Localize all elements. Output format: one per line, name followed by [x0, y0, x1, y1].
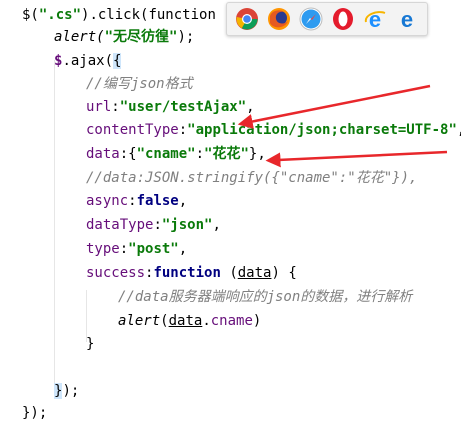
code-line-5: url:"user/testAjax",	[86, 99, 255, 115]
ie-icon[interactable]: e	[363, 7, 387, 31]
code-line-8: //data:JSON.stringify({"cname":"花花"}),	[86, 170, 418, 186]
code-line-14: alert(data.cname)	[118, 313, 262, 329]
code-editor[interactable]: $(".cs").click(function () { alert("无尽彷徨…	[0, 0, 461, 421]
code-line-6: contentType:"application/json;charset=UT…	[86, 122, 461, 138]
code-line-7: data:{"cname":"花花"},	[86, 146, 266, 162]
code-line-11: type:"post",	[86, 241, 188, 257]
svg-text:e: e	[369, 7, 381, 31]
chrome-icon[interactable]	[235, 7, 259, 31]
code-line-2: alert("无尽彷徨");	[54, 29, 195, 45]
code-line-18: });	[22, 405, 48, 421]
code-line-17: });	[54, 383, 80, 399]
code-line-12: success:function (data) {	[86, 265, 297, 281]
code-line-13: //data服务器端响应的json的数据，进行解析	[118, 289, 413, 305]
code-line-4: //编写json格式	[86, 76, 193, 92]
code-line-15: }	[86, 336, 95, 352]
opera-icon[interactable]	[331, 7, 355, 31]
code-line-3: $.ajax({	[54, 53, 122, 69]
indent-guide	[54, 60, 55, 386]
code-line-1: $(".cs").click(function () {	[22, 7, 258, 23]
svg-text:e: e	[401, 7, 413, 31]
firefox-icon[interactable]	[267, 7, 291, 31]
code-line-10: dataType:"json",	[86, 217, 221, 233]
code-line-9: async:false,	[86, 193, 188, 209]
edge-icon[interactable]: e	[395, 7, 419, 31]
browser-launch-toolbar: e e	[226, 2, 428, 36]
safari-icon[interactable]	[299, 7, 323, 31]
